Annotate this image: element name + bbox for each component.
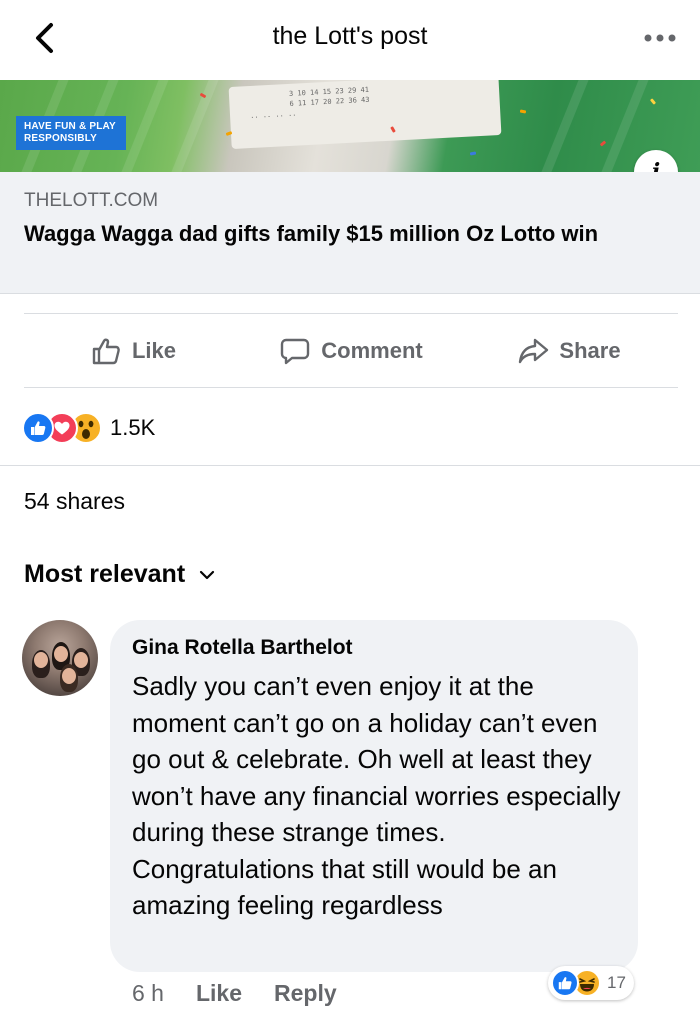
comment-sort-dropdown[interactable]: Most relevant: [24, 560, 215, 589]
thumbs-up-icon: [92, 338, 120, 365]
comment-button-label: Comment: [321, 338, 423, 363]
play-responsibly-badge: HAVE FUN & PLAY RESPONSIBLY: [16, 116, 126, 150]
comment-bubble-icon: [281, 338, 310, 365]
badge-line-2: RESPONSIBLY: [24, 133, 97, 144]
post-action-bar: Like Comment Share: [24, 314, 678, 388]
divider: [24, 387, 678, 388]
like-button-label: Like: [131, 338, 177, 363]
like-button[interactable]: Like: [24, 314, 242, 388]
preview-image: 3 10 14 15 23 29 41 6 11 17 20 22 36 43 …: [0, 80, 700, 172]
comment-author[interactable]: Gina Rotella Barthelot: [132, 636, 353, 660]
reactions-summary[interactable]: 1.5K: [22, 410, 155, 446]
page-title: the Lott's post: [272, 22, 428, 50]
badge-line-1: HAVE FUN & PLAY: [24, 121, 116, 132]
comment-text: Sadly you can’t even enjoy it at the mom…: [132, 671, 621, 920]
comment-like-button[interactable]: Like: [196, 980, 242, 1007]
like-reaction-icon: [22, 412, 54, 444]
like-reaction-icon: [551, 969, 579, 997]
comment-reaction-count: 17: [607, 973, 626, 992]
comment-meta: 6 h Like Reply: [132, 980, 337, 1007]
comment-button[interactable]: Comment: [242, 314, 460, 388]
share-count[interactable]: 54 shares: [24, 488, 125, 515]
sort-label: Most relevant: [24, 560, 186, 588]
top-bar: the Lott's post: [0, 0, 700, 80]
comment-bubble: Gina Rotella Barthelot Sadly you can’t e…: [110, 620, 638, 972]
lotto-ticket-image: 3 10 14 15 23 29 41 6 11 17 20 22 36 43 …: [228, 80, 502, 150]
share-arrow-icon: [519, 338, 549, 364]
chevron-down-icon: [200, 570, 215, 579]
link-preview[interactable]: 3 10 14 15 23 29 41 6 11 17 20 22 36 43 …: [0, 80, 700, 294]
comment-reactions[interactable]: 17: [548, 966, 634, 1000]
commenter-avatar[interactable]: [22, 620, 98, 696]
divider: [0, 465, 700, 466]
link-headline: Wagga Wagga dad gifts family $15 million…: [24, 221, 599, 246]
share-button[interactable]: Share: [460, 314, 678, 388]
preview-details: THELOTT.COM Wagga Wagga dad gifts family…: [0, 172, 700, 294]
comment-reply-button[interactable]: Reply: [274, 980, 337, 1007]
share-button-label: Share: [559, 338, 621, 363]
comment-timestamp: 6 h: [132, 980, 164, 1006]
more-options-icon[interactable]: [638, 24, 682, 52]
reaction-count: 1.5K: [110, 415, 156, 440]
link-domain: THELOTT.COM: [24, 190, 159, 211]
